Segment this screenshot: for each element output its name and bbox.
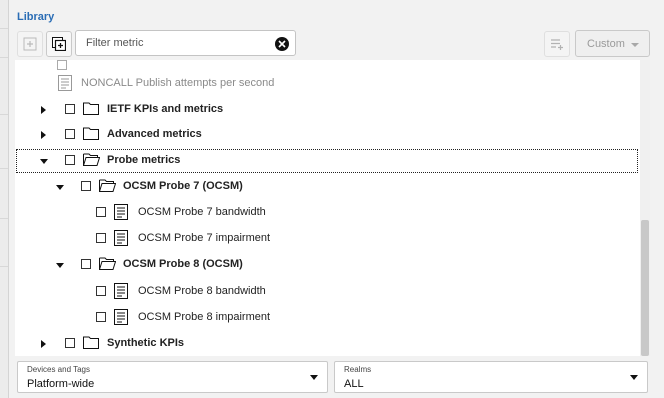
tree-row-noncall[interactable]: NONCALL Publish attempts per second — [15, 72, 639, 96]
library-panel: Library Custom — [9, 0, 664, 398]
expand-arrow-icon[interactable] — [41, 340, 46, 348]
scrollbar-thumb[interactable] — [641, 220, 649, 356]
open-folder-icon — [99, 179, 116, 192]
chevron-down-icon — [630, 375, 638, 380]
tree-row-advanced[interactable]: Advanced metrics — [15, 123, 639, 147]
devices-caption: Devices and Tags — [27, 365, 90, 374]
filter-metric-input[interactable] — [84, 36, 268, 50]
tree-item-label: OCSM Probe 8 (OCSM) — [123, 258, 243, 270]
document-icon — [114, 230, 128, 246]
devices-and-tags-select[interactable]: Devices and Tags Platform-wide — [17, 361, 328, 393]
tree-row-ocsm-probe-8[interactable]: OCSM Probe 8 (OCSM) — [15, 253, 639, 277]
tree-row-synthetic-kpis[interactable]: Synthetic KPIs — [15, 332, 639, 356]
checkbox[interactable] — [65, 338, 75, 348]
add-group-button[interactable] — [46, 31, 72, 57]
collapse-arrow-icon[interactable] — [56, 185, 64, 190]
clear-icon[interactable] — [275, 37, 289, 51]
realms-value: ALL — [344, 378, 364, 390]
column-settings-button[interactable] — [544, 31, 570, 57]
checkbox[interactable] — [81, 259, 91, 269]
tree-item-label: Probe metrics — [107, 154, 181, 166]
left-pane-row — [0, 29, 8, 58]
custom-dropdown-label: Custom — [587, 38, 625, 50]
left-pane-edge — [0, 0, 9, 398]
add-metric-button[interactable] — [17, 31, 43, 57]
filter-metric-field — [75, 30, 296, 56]
left-pane-row — [0, 86, 8, 115]
left-pane-row — [0, 140, 8, 169]
document-icon — [114, 283, 128, 299]
document-icon — [58, 75, 72, 91]
tree-row-probe-8-impairment[interactable]: OCSM Probe 8 impairment — [15, 306, 639, 330]
open-folder-icon — [99, 257, 116, 270]
chevron-down-icon — [310, 375, 318, 380]
tree-item-label: NONCALL Publish attempts per second — [81, 77, 275, 89]
tree-row-ietf[interactable]: IETF KPIs and metrics — [15, 98, 639, 122]
tree-item-label: OCSM Probe 7 impairment — [138, 232, 271, 244]
checkbox[interactable] — [65, 129, 75, 139]
add-icon — [23, 37, 37, 51]
checkbox[interactable] — [96, 207, 106, 217]
add-group-icon — [52, 37, 66, 51]
left-pane-row — [0, 190, 8, 219]
tree-row-probe-7-bandwidth[interactable]: OCSM Probe 7 bandwidth — [15, 201, 639, 225]
tree-scrollbar[interactable] — [640, 60, 650, 356]
left-pane-row — [0, 0, 8, 29]
tree-item-label: Advanced metrics — [107, 128, 202, 140]
checkbox[interactable] — [65, 155, 75, 165]
folder-icon — [83, 127, 99, 140]
devices-value: Platform-wide — [27, 378, 95, 390]
tree-row-probe-7-impairment[interactable]: OCSM Probe 7 impairment — [15, 227, 639, 251]
tree-item-label: OCSM Probe 8 impairment — [138, 311, 271, 323]
list-add-icon — [551, 39, 563, 50]
library-title: Library — [17, 11, 55, 23]
tree-item-label: IETF KPIs and metrics — [107, 103, 224, 115]
realms-caption: Realms — [344, 365, 372, 374]
checkbox[interactable] — [96, 233, 106, 243]
realms-select[interactable]: Realms ALL — [334, 361, 648, 393]
expand-arrow-icon[interactable] — [41, 131, 46, 139]
checkbox[interactable] — [65, 104, 75, 114]
tree-item-label: OCSM Probe 7 (OCSM) — [123, 180, 243, 192]
checkbox[interactable] — [57, 60, 67, 70]
metric-tree: NONCALL Publish attempts per second IETF… — [15, 60, 649, 356]
chevron-down-icon — [631, 43, 639, 47]
checkbox[interactable] — [96, 286, 106, 296]
tree-row-ocsm-probe-7[interactable]: OCSM Probe 7 (OCSM) — [15, 175, 639, 199]
document-icon — [114, 309, 128, 325]
collapse-arrow-icon[interactable] — [40, 159, 48, 164]
tree-row-probe-metrics[interactable]: Probe metrics — [16, 149, 638, 173]
collapse-arrow-icon[interactable] — [56, 263, 64, 268]
open-folder-icon — [83, 153, 100, 166]
folder-icon — [83, 336, 99, 349]
checkbox[interactable] — [81, 181, 91, 191]
expand-arrow-icon[interactable] — [41, 106, 46, 114]
custom-dropdown[interactable]: Custom — [575, 30, 650, 57]
checkbox[interactable] — [96, 312, 106, 322]
left-pane-row — [0, 238, 8, 267]
tree-item-label: Synthetic KPIs — [107, 337, 185, 349]
folder-icon — [83, 102, 99, 115]
tree-row-probe-8-bandwidth[interactable]: OCSM Probe 8 bandwidth — [15, 280, 639, 304]
document-icon — [114, 204, 128, 220]
tree-item-label: OCSM Probe 8 bandwidth — [138, 285, 266, 297]
tree-item-label: OCSM Probe 7 bandwidth — [138, 206, 266, 218]
